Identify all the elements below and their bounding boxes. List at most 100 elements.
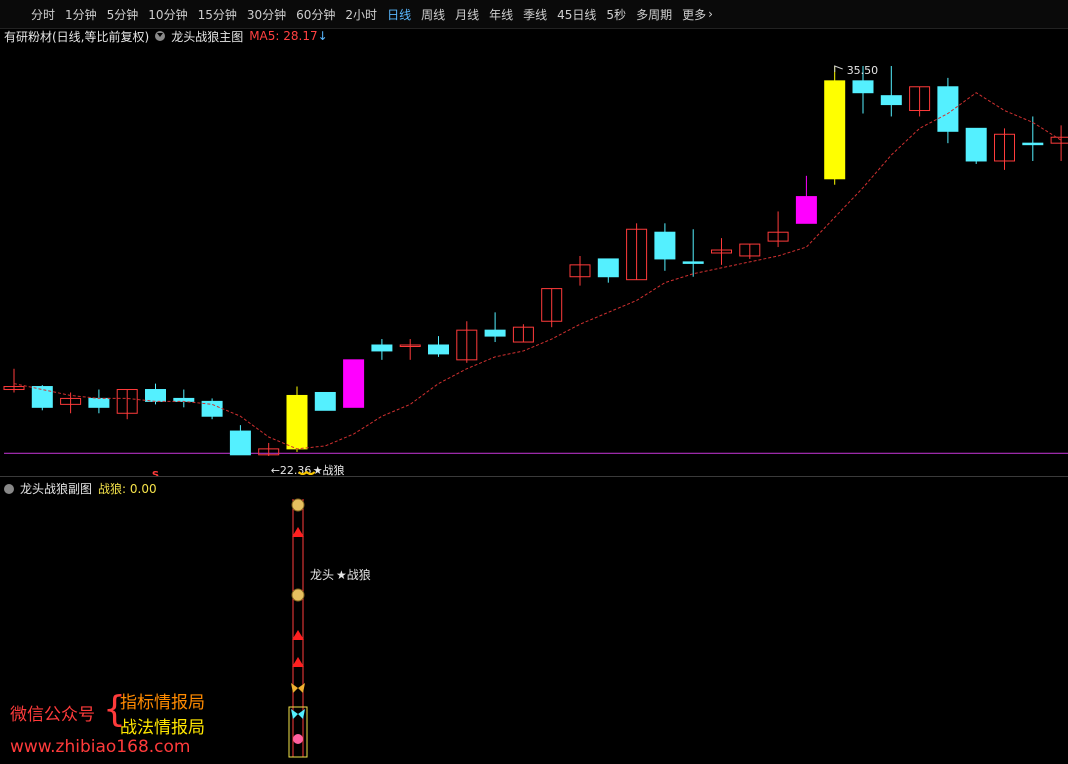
sub-indicator-dropdown-icon[interactable] xyxy=(4,483,14,494)
candle-body xyxy=(824,80,846,180)
high-marker-icon xyxy=(834,65,843,72)
candle[interactable] xyxy=(201,398,223,420)
candle-body xyxy=(286,394,308,450)
flower-icon xyxy=(293,734,303,744)
period-tab[interactable]: 日线 xyxy=(382,6,416,23)
candle[interactable] xyxy=(3,368,25,393)
candle[interactable] xyxy=(739,243,761,259)
candle-body xyxy=(937,86,959,132)
candle-body xyxy=(682,261,704,264)
candle[interactable] xyxy=(116,389,138,420)
candle[interactable] xyxy=(824,66,846,185)
period-tab[interactable]: 1分钟 xyxy=(60,6,102,23)
period-tab[interactable]: 季线 xyxy=(518,6,552,23)
period-tab[interactable]: 30分钟 xyxy=(242,6,291,23)
candle-body xyxy=(343,359,365,408)
sub-indicator-value: 战狼: 0.00 xyxy=(98,482,157,496)
candle[interactable] xyxy=(428,336,449,357)
candle[interactable] xyxy=(1050,125,1068,161)
candle[interactable] xyxy=(371,339,393,360)
candle[interactable] xyxy=(1022,116,1044,161)
candle[interactable] xyxy=(909,86,931,117)
ma-down-arrow-icon: ↓ xyxy=(317,29,328,43)
candle[interactable] xyxy=(399,339,421,360)
candle[interactable] xyxy=(682,229,704,277)
highlight-box xyxy=(288,706,308,758)
period-tab[interactable]: 周线 xyxy=(416,6,450,23)
chevron-right-icon[interactable]: › xyxy=(708,7,713,21)
candle[interactable] xyxy=(880,66,902,117)
up-triangle-icon xyxy=(292,657,304,667)
candle[interactable] xyxy=(965,127,987,164)
candle[interactable] xyxy=(711,238,732,265)
sub-signal-star: ★战狼 xyxy=(336,567,371,582)
period-tab[interactable]: 2小时 xyxy=(340,6,382,23)
candle[interactable] xyxy=(229,425,251,456)
period-tab[interactable]: 45日线 xyxy=(552,6,601,23)
sub-chart-info: 龙头战狼副图 战狼: 0.00 xyxy=(4,480,157,497)
period-tab[interactable]: 更多 xyxy=(677,6,711,23)
candle-body xyxy=(852,80,874,94)
candle[interactable] xyxy=(512,324,534,343)
candle-body xyxy=(654,231,676,260)
candle[interactable] xyxy=(173,389,195,408)
candle-body xyxy=(88,397,110,408)
watermark-wechat: 微信公众号 xyxy=(10,705,95,725)
candle-body xyxy=(1050,136,1068,144)
ma5-line xyxy=(13,92,1062,450)
candle[interactable] xyxy=(484,312,506,343)
candle[interactable] xyxy=(626,223,648,281)
candle-body xyxy=(31,386,53,408)
candle[interactable] xyxy=(795,175,817,224)
period-tab[interactable]: 10分钟 xyxy=(143,6,192,23)
candle-body xyxy=(145,389,166,402)
up-triangle-icon xyxy=(292,630,304,640)
up-triangle-icon xyxy=(292,527,304,537)
watermark-url: www.zhibiao168.com xyxy=(10,737,191,757)
candlestick-chart[interactable]: 35.50←22.36 ★战狼S xyxy=(0,44,1068,476)
period-tab[interactable]: 分时 xyxy=(26,6,60,23)
candle-body xyxy=(597,258,619,278)
signal-star-label: ★战狼 xyxy=(313,463,345,476)
indicator-dropdown-icon[interactable] xyxy=(155,31,166,41)
period-tab[interactable]: 60分钟 xyxy=(291,6,340,23)
period-tab[interactable]: 年线 xyxy=(484,6,518,23)
stock-title: 有研粉材(日线,等比前复权) xyxy=(4,29,150,44)
candle-body xyxy=(314,391,336,411)
period-tab[interactable]: 5秒 xyxy=(601,6,631,23)
ma5-readout: MA5: 28.17 xyxy=(249,29,318,43)
candle-body xyxy=(484,329,506,337)
candle[interactable] xyxy=(314,391,336,411)
watermark-line2: 战法情报局 xyxy=(120,718,205,738)
candle[interactable] xyxy=(343,359,365,408)
candle[interactable] xyxy=(994,128,1015,170)
candle[interactable] xyxy=(258,442,280,456)
candle[interactable] xyxy=(937,77,959,144)
candle[interactable] xyxy=(31,385,53,411)
period-tab[interactable]: 15分钟 xyxy=(193,6,242,23)
candle[interactable] xyxy=(654,223,676,271)
period-toolbar: 分时 1分钟 5分钟 10分钟 15分钟 30分钟 60分钟 2小时 日线 周线 月线 年线 季线 45日… xyxy=(0,0,1068,29)
watermark-line1: 指标情报局 xyxy=(120,693,205,713)
candle-body xyxy=(880,95,902,106)
candle[interactable] xyxy=(569,255,591,286)
candle-body xyxy=(1022,142,1044,146)
candle-body xyxy=(229,430,251,456)
money-bag-icon xyxy=(291,588,305,602)
high-price-label: 35.50 xyxy=(847,64,879,77)
period-tab[interactable]: 5分钟 xyxy=(102,6,144,23)
sub-indicator-name[interactable]: 龙头战狼副图 xyxy=(20,480,92,497)
candle[interactable] xyxy=(597,258,619,283)
sub-signal-text: 龙头 xyxy=(310,568,334,582)
candle[interactable] xyxy=(88,389,110,414)
candle[interactable] xyxy=(541,288,563,328)
main-chart-info: 有研粉材(日线,等比前复权) 龙头战狼主图 MA5: 28.17 ↓ xyxy=(4,28,328,44)
candle-body xyxy=(428,344,449,355)
candle[interactable] xyxy=(456,321,478,363)
candle-body xyxy=(795,196,817,224)
period-tab[interactable]: 月线 xyxy=(450,6,484,23)
candle[interactable] xyxy=(767,211,789,248)
period-tab[interactable]: 多周期 xyxy=(631,6,677,23)
main-indicator-name[interactable]: 龙头战狼主图 xyxy=(171,28,243,45)
candle[interactable] xyxy=(286,386,308,452)
